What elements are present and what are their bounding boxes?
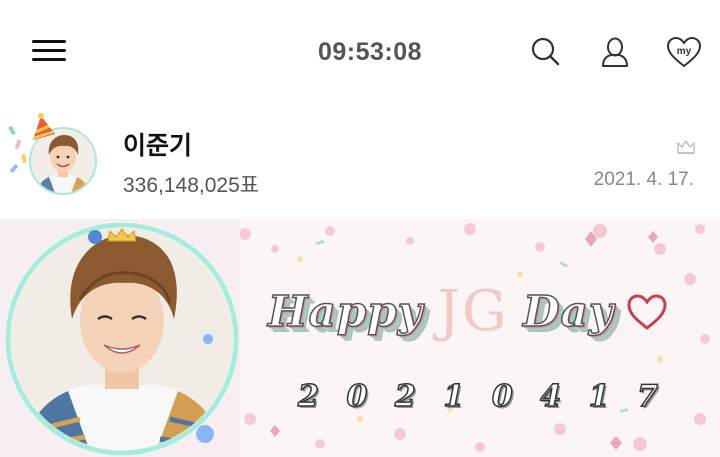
- my-label: my: [677, 46, 692, 57]
- heart-icon: [627, 293, 667, 330]
- date-digit: 1: [443, 378, 465, 415]
- date-digit: 0: [346, 378, 368, 415]
- date-digit: 0: [491, 378, 513, 415]
- confetti-decoration: [9, 163, 19, 174]
- confetti-decoration: [14, 139, 22, 150]
- date-digit: 2: [297, 378, 319, 415]
- headline-day: Day: [522, 286, 615, 337]
- headline-happy: Happy: [267, 286, 424, 337]
- hamburger-menu-icon[interactable]: [30, 37, 68, 65]
- crown-icon[interactable]: [676, 138, 696, 156]
- top-bar: 09:53:08 my: [0, 0, 720, 104]
- post-date: 2021. 4. 17.: [593, 169, 694, 190]
- banner-date: 2 0 2 1 0 4 1 7: [297, 378, 681, 415]
- banner-headline: Happy JG Day: [267, 279, 671, 359]
- party-hat-icon: [29, 112, 59, 144]
- date-digit: 4: [540, 378, 562, 415]
- user-icon[interactable]: [597, 34, 633, 70]
- birthday-banner-image[interactable]: Happy JG Day 2 0 2 1 0 4 1 7: [0, 219, 720, 457]
- confetti-decoration: [21, 153, 27, 164]
- date-digit: 7: [636, 378, 659, 415]
- headline-initials: JG: [437, 279, 509, 344]
- date-digit: 1: [588, 378, 610, 415]
- vote-count: 336,148,025표: [123, 174, 260, 197]
- profile-row[interactable]: 이준기 336,148,025표 2021. 4. 17.: [0, 104, 720, 216]
- artist-name[interactable]: 이준기: [123, 126, 192, 162]
- search-icon[interactable]: [528, 34, 564, 70]
- clock: 09:53:08: [317, 38, 423, 66]
- confetti-decoration: [8, 125, 16, 136]
- heart-my-icon[interactable]: my: [664, 34, 704, 70]
- date-digit: 2: [394, 378, 416, 415]
